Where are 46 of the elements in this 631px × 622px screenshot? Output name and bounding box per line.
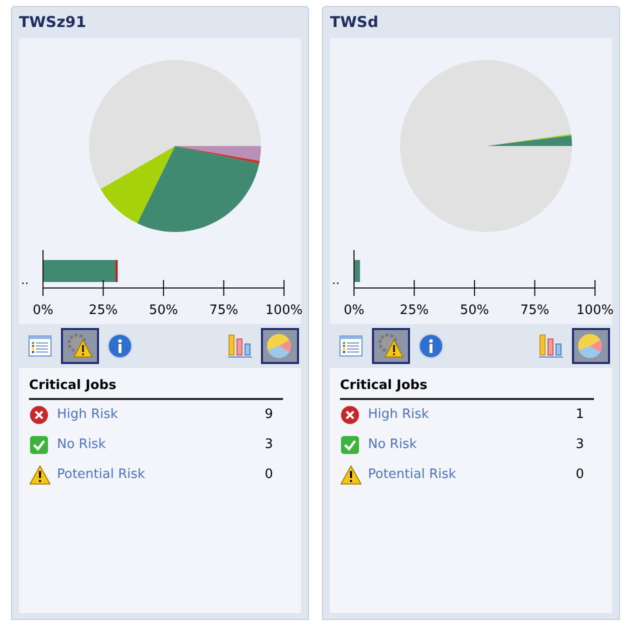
list-icon [28,335,52,357]
tick-label: 75% [209,303,238,318]
info-icon [107,333,133,359]
warning-gear-icon [378,333,404,359]
toolbar-button[interactable] [572,328,610,364]
risk-link[interactable]: No Risk [57,434,106,454]
info-icon [418,333,444,359]
risk-link[interactable]: No Risk [368,434,417,454]
tick-label: 0% [344,303,364,318]
category-label: .. [21,273,29,287]
risk-link[interactable]: High Risk [368,404,429,424]
risk-count: 3 [576,436,584,454]
tick-label: 25% [400,303,429,318]
toolbar-button[interactable] [372,328,410,364]
category-label: .. [332,273,340,287]
risk-link[interactable]: Potential Risk [57,464,146,484]
tick-label: 75% [520,303,550,318]
warning-icon [340,464,362,484]
tick-label: 50% [149,303,178,318]
error-icon [29,404,49,424]
risk-count: 3 [264,436,273,454]
tick-label: 100% [576,303,614,318]
risk-count: 9 [264,406,273,424]
risk-link[interactable]: Potential Risk [368,464,456,484]
toolbar-button[interactable] [61,328,99,364]
toolbar-button[interactable] [261,328,299,364]
risk-count: 0 [576,466,584,484]
risk-count: 1 [576,406,584,424]
error-icon [340,404,360,424]
list-icon [339,335,363,357]
check-icon [340,434,360,454]
section-title: Critical Jobs [29,376,283,400]
bar-chart-icon [227,333,253,359]
tick-label: 25% [88,303,118,318]
panel-title: TWSz91 [19,12,88,34]
risk-count: 0 [264,466,273,484]
warning-icon [29,464,51,484]
tick-label: 0% [32,303,54,318]
bar-chart-icon [538,333,564,359]
panel-title: TWSd [330,12,380,34]
warning-gear-icon [67,333,93,359]
check-icon [29,434,49,454]
risk-link[interactable]: High Risk [57,404,118,424]
tick-label: 50% [460,303,489,318]
tick-label: 100% [265,303,303,318]
section-title: Critical Jobs [340,376,594,400]
